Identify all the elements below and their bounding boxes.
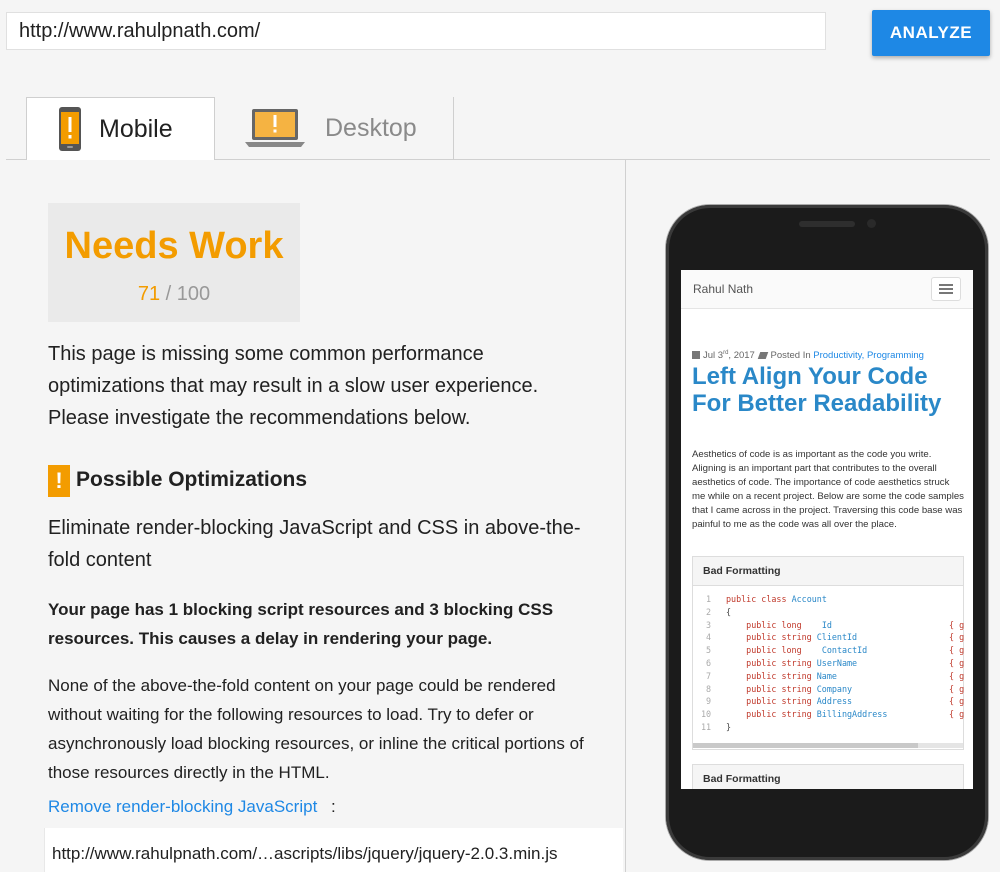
code-scrollbar [693, 743, 963, 748]
code-text: public string Company [726, 683, 853, 694]
line-number: 10 [701, 709, 712, 720]
line-number: 7 [705, 670, 711, 681]
code-line: 6 public string UserName { g [693, 657, 965, 670]
post-date: Jul 3 [703, 350, 724, 362]
line-number: 11 [701, 721, 712, 732]
calendar-icon [692, 351, 700, 360]
code-brace: { g [949, 657, 965, 668]
post-body: Aesthetics of code is as important as th… [692, 449, 964, 530]
code-line: 10 public string BillingAddress { g [693, 708, 965, 721]
code-text: public string ClientId [726, 632, 858, 643]
tab-mobile[interactable]: Mobile [26, 97, 215, 160]
code-line: 2{ [693, 606, 963, 619]
phone-warning-icon [59, 107, 81, 151]
code-brace: { g [949, 709, 965, 720]
link-colon: : [331, 797, 336, 816]
score-number: 71 [137, 283, 161, 305]
line-number: 8 [705, 683, 711, 694]
line-number: 6 [705, 657, 711, 668]
line-number: 9 [705, 696, 711, 707]
code-card-second: Bad Formatting [692, 764, 964, 789]
code-line: 4 public string ClientId { g [693, 631, 965, 644]
code-line: 3 public long Id { g [693, 619, 965, 632]
score-value: 71 / 100 [48, 283, 300, 306]
code-block: 1 public class Account 2{3 public long Id{… [693, 593, 965, 734]
tab-mobile-label: Mobile [99, 114, 173, 143]
code-line: 9 public string Address { g [693, 695, 965, 708]
code-text: { [726, 606, 732, 617]
tab-desktop[interactable]: Desktop [215, 97, 454, 160]
resource-item: http://www.rahulpnath.com/…ascripts/libs… [52, 844, 558, 863]
line-number: 4 [705, 632, 711, 643]
posted-in-label: Posted In [770, 350, 811, 362]
score-max: / 100 [165, 283, 211, 305]
phone-camera [867, 219, 876, 228]
code-line: 7 public string Name { g [693, 670, 965, 683]
post-title: Left Align Your Code For Better Readabil… [692, 363, 942, 417]
hamburger-menu-icon [931, 277, 961, 301]
code-brace: { g [949, 683, 965, 694]
site-header: Rahul Nath [681, 270, 973, 309]
code-text: public string UserName [726, 657, 858, 668]
remove-render-blocking-js-link[interactable]: Remove render-blocking JavaScript [48, 797, 317, 817]
tag-icon [758, 352, 769, 360]
code-text: public class Account [726, 594, 827, 604]
code-text: public string BillingAddress [726, 709, 888, 720]
tab-desktop-label: Desktop [325, 114, 417, 142]
code-text: public string Address [726, 696, 853, 707]
code-card-header: Bad Formatting [693, 557, 963, 586]
post-categories: Productivity, Programming [813, 350, 924, 362]
phone-screen-preview: Rahul Nath Jul 3rd, 2017 Posted In Produ… [681, 270, 973, 789]
line-number: 2 [705, 606, 711, 617]
score-card: Needs Work 71 / 100 [48, 203, 300, 322]
resource-list: http://www.rahulpnath.com/…ascripts/libs… [44, 828, 623, 872]
rule-summary: Your page has 1 blocking script resource… [48, 600, 554, 648]
code-brace: { g [949, 632, 965, 643]
code-card-second-title: Bad Formatting [703, 773, 781, 785]
post-year: , 2017 [728, 350, 755, 362]
code-line: 8 public string Company { g [693, 683, 965, 696]
score-title: Needs Work [64, 225, 284, 267]
rule-title[interactable]: Eliminate render-blocking JavaScript and… [48, 512, 608, 576]
line-number: 5 [705, 645, 711, 656]
code-line: 1 public class Account [693, 593, 963, 606]
code-line: 11} [693, 721, 963, 734]
analyze-button[interactable]: ANALYZE [872, 10, 990, 56]
code-card-title: Bad Formatting [703, 565, 781, 577]
rule-description: None of the above-the-fold content on yo… [48, 676, 584, 782]
code-text: } [726, 721, 732, 732]
code-card: Bad Formatting 1 public class Account 2{3 … [692, 556, 964, 750]
site-name: Rahul Nath [693, 282, 754, 296]
panel-divider [625, 160, 626, 872]
url-input[interactable] [6, 12, 826, 50]
code-line: 5 public long ContactId { g [693, 644, 965, 657]
line-number: 1 [705, 594, 711, 604]
code-brace: { g [949, 619, 965, 630]
code-text: public long Id [726, 619, 832, 630]
score-summary: This page is missing some common perform… [48, 343, 539, 429]
phone-speaker [799, 221, 855, 227]
code-text: public long ContactId [726, 645, 868, 656]
optimizations-heading: Possible Optimizations [76, 468, 308, 491]
warning-icon: ! [48, 465, 70, 497]
code-text: public string Name [726, 670, 837, 681]
code-brace: { g [949, 645, 965, 656]
post-meta: Jul 3rd, 2017 Posted In Productivity, Pr… [692, 350, 924, 361]
laptop-warning-icon [245, 108, 305, 149]
code-brace: { g [949, 670, 965, 681]
code-brace: { g [949, 696, 965, 707]
line-number: 3 [705, 619, 711, 630]
